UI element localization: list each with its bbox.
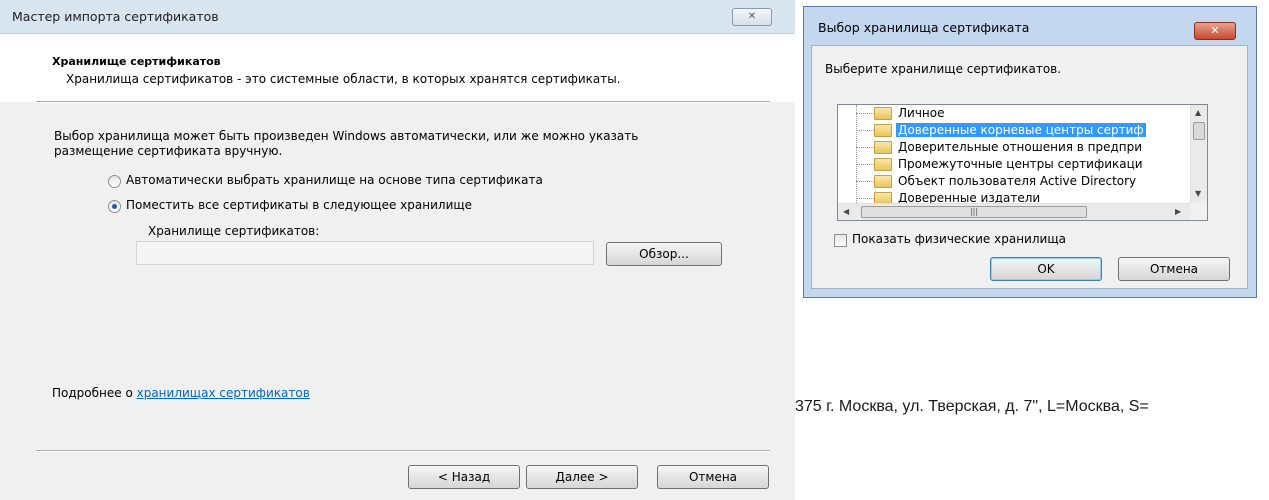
horizontal-scrollbar[interactable]: ◀ ||| ▶ (838, 203, 1190, 220)
dialog-title: Выбор хранилища сертификата (818, 20, 1030, 35)
store-tree[interactable]: Личное Доверенные корневые центры сертиф… (837, 104, 1208, 221)
wizard-titlebar: Мастер импорта сертификатов ✕ (0, 0, 795, 34)
background-text-line: 375 г. Москва, ул. Тверская, д. 7", L=Мо… (795, 398, 1149, 415)
page-subtitle: Хранилища сертификатов - это системные о… (66, 72, 621, 86)
ok-button[interactable]: OK (990, 257, 1102, 281)
horizontal-scroll-thumb[interactable]: ||| (861, 206, 1087, 218)
page-title: Хранилище сертификатов (52, 55, 221, 68)
dialog-content: Выберите хранилище сертификатов. Личное … (811, 45, 1248, 289)
folder-icon (874, 124, 892, 137)
tree-item[interactable]: Объект пользователя Active Directory (838, 173, 1190, 190)
folder-icon (874, 175, 892, 188)
browse-button[interactable]: Обзор... (606, 242, 722, 266)
close-icon[interactable]: ✕ (1194, 22, 1236, 40)
tree-item-selected[interactable]: Доверенные корневые центры сертиф (838, 122, 1190, 139)
radio-button[interactable] (108, 175, 121, 188)
header-divider (36, 101, 770, 103)
learn-more-prefix: Подробнее о (52, 386, 137, 400)
tree-item-label: Промежуточные центры сертификаци (898, 157, 1143, 171)
dialog-cancel-button[interactable]: Отмена (1118, 257, 1230, 281)
tree-item-label: Доверенные издатели (898, 191, 1041, 203)
scroll-up-icon[interactable]: ▲ (1195, 108, 1201, 117)
cancel-button[interactable]: Отмена (657, 465, 769, 489)
tree-item[interactable]: Промежуточные центры сертификаци (838, 156, 1190, 173)
radio-manual-label: Поместить все сертификаты в следующее хр… (126, 198, 473, 212)
cert-stores-link[interactable]: хранилищах сертификатов (137, 386, 310, 400)
vertical-scrollbar[interactable]: ▲ ▼ (1190, 105, 1207, 203)
close-icon[interactable]: ✕ (732, 8, 772, 26)
vertical-scroll-thumb[interactable] (1193, 122, 1205, 140)
tree-connector (856, 198, 874, 199)
learn-more-row: Подробнее о хранилищах сертификатов (52, 386, 310, 400)
tree-connector (856, 147, 874, 148)
folder-icon (874, 141, 892, 154)
folder-icon (874, 192, 892, 203)
tree-item[interactable]: Личное (838, 105, 1190, 122)
folder-icon (874, 107, 892, 120)
scroll-right-icon[interactable]: ▶ (1175, 207, 1181, 216)
wizard-title: Мастер импорта сертификатов (12, 9, 219, 24)
scroll-left-icon[interactable]: ◀ (843, 207, 849, 216)
checkbox[interactable] (834, 234, 847, 247)
wizard-header: Хранилище сертификатов Хранилища сертифи… (0, 34, 795, 102)
tree-item-label: Доверительные отношения в предпри (898, 140, 1143, 154)
footer-divider (36, 450, 770, 452)
scroll-down-icon[interactable]: ▼ (1195, 189, 1201, 198)
background-document-text: 375 г. Москва, ул. Тверская, д. 7", L=Мо… (795, 398, 1269, 424)
tree-connector (856, 164, 874, 165)
radio-auto-label: Автоматически выбрать хранилище на основ… (126, 173, 543, 187)
tree-item-label: Личное (898, 106, 945, 120)
wizard-description: Выбор хранилища может быть произведен Wi… (54, 129, 639, 158)
tree-item-label: Объект пользователя Active Directory (898, 174, 1137, 188)
store-tree-items: Личное Доверенные корневые центры сертиф… (838, 105, 1190, 203)
folder-icon (874, 158, 892, 171)
tree-connector (856, 113, 874, 114)
tree-item-label: Доверенные корневые центры сертиф (896, 123, 1146, 137)
store-field[interactable] (136, 241, 594, 265)
checkbox-label: Показать физические хранилища (852, 232, 1066, 246)
tree-item[interactable]: Доверенные издатели (838, 190, 1190, 203)
window-gap (795, 0, 803, 500)
scroll-corner (1190, 203, 1207, 220)
certificate-import-wizard: Мастер импорта сертификатов ✕ Хранилище … (0, 0, 795, 500)
dialog-prompt: Выберите хранилище сертификатов. (825, 62, 1062, 76)
tree-item[interactable]: Доверительные отношения в предпри (838, 139, 1190, 156)
store-field-label: Хранилище сертификатов: (148, 224, 320, 238)
tree-connector (856, 130, 874, 131)
back-button[interactable]: < Назад (408, 465, 520, 489)
tree-connector (856, 181, 874, 182)
radio-button-checked[interactable] (108, 200, 121, 213)
select-store-dialog: Выбор хранилища сертификата ✕ Выберите х… (803, 6, 1257, 298)
next-button[interactable]: Далее > (526, 465, 638, 489)
